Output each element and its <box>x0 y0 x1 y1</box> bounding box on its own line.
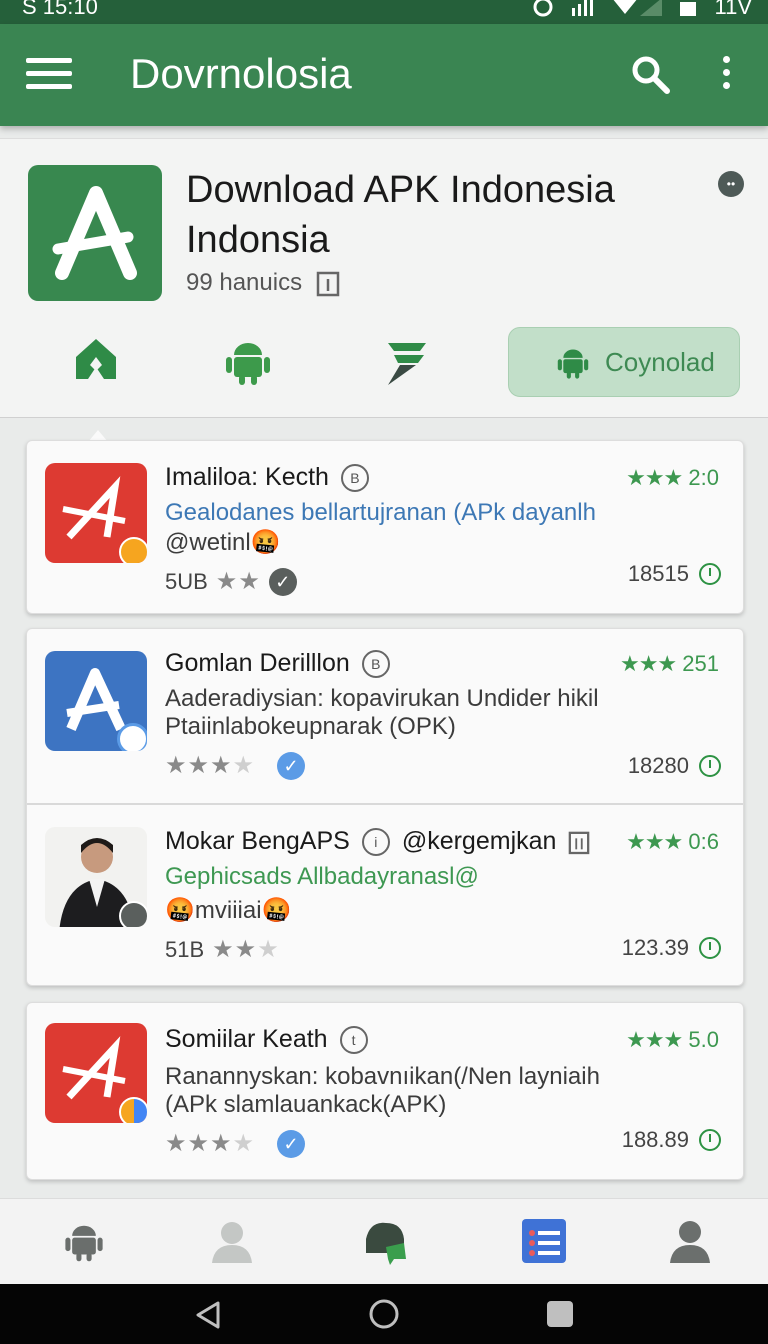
store-title: Download APK Indonesia Indonsia <box>186 169 615 261</box>
menu-icon[interactable] <box>26 58 72 90</box>
list-item[interactable]: Mokar BengAPS i @kergemjkan Gephicsads A… <box>27 805 743 985</box>
system-navigation <box>0 1284 768 1344</box>
app-desc-line2: Ptaiinlabokeupnarak (OPK) <box>165 713 456 740</box>
app-icon-red <box>45 1023 147 1123</box>
download-count: 123.39 <box>621 935 689 960</box>
app-name: Imaliloa: Kecth <box>165 463 329 491</box>
mini-badge-icon <box>119 901 147 927</box>
star-rating: ★★★ <box>212 936 280 963</box>
calendar-icon <box>569 831 590 854</box>
b-badge-icon: B <box>340 463 369 492</box>
recents-icon[interactable] <box>546 1300 574 1328</box>
app-handle: @kergemjkan <box>401 827 557 855</box>
status-time: S 15:10 <box>22 0 98 19</box>
rating-stars: ★★★ <box>626 465 683 490</box>
star-rating: ★★★★ <box>165 1130 256 1157</box>
signal-icon <box>572 0 594 16</box>
app-size: 51B <box>165 936 205 962</box>
download-button[interactable]: Coynolad <box>508 327 740 397</box>
mini-badge-icon <box>119 1097 147 1123</box>
download-count: 188.89 <box>621 1127 689 1152</box>
android-tab-icon[interactable] <box>222 335 274 387</box>
store-logo <box>28 165 162 301</box>
download-count: 18515 <box>627 561 689 586</box>
android-icon <box>557 349 589 379</box>
rating-value: 2:0 <box>688 465 719 490</box>
info-icon: i <box>361 827 390 856</box>
verified-icon: ✓ <box>277 751 306 780</box>
mini-badge-icon <box>117 723 147 751</box>
app-icon-person <box>45 827 147 927</box>
status-right-text: 11V <box>714 0 752 19</box>
verified-icon: ✓ <box>277 1129 306 1158</box>
rating-value: 5.0 <box>688 1027 719 1052</box>
star-rating: ★★ <box>215 568 261 595</box>
star-rating: ★★★★ <box>165 752 256 779</box>
rating-stars: ★★★ <box>619 651 677 676</box>
clock-icon <box>699 755 721 777</box>
battery-icon <box>680 2 697 16</box>
app-bar-title: Dovrnolosia <box>130 50 352 97</box>
app-name: Mokar BengAPS <box>165 827 350 855</box>
app-name: Somiilar Keath <box>165 1025 328 1053</box>
app-desc-line1: Gephicsads Allbadayranasl@ <box>165 863 479 890</box>
app-desc-line2: @wetinl🤬 <box>165 529 281 556</box>
app-card[interactable]: Somiilar Keath t Ranannyskan: kobavnıika… <box>26 1002 744 1180</box>
mini-badge-icon <box>119 537 147 563</box>
clock-icon <box>699 937 721 959</box>
account-nav-icon[interactable] <box>668 1217 712 1265</box>
wifi-icon <box>614 0 663 16</box>
b-badge-icon: B <box>361 649 390 678</box>
app-desc-line1: Gealodanes bellartujranan (APk dayanlh <box>165 499 596 526</box>
store-subtitle: 99 hanuics <box>186 269 340 297</box>
status-icons: 11V <box>532 0 752 20</box>
rating-stars: ★★★ <box>626 829 683 854</box>
more-options-icon[interactable] <box>716 56 736 96</box>
list-item[interactable]: Imaliloa: Kecth B Gealodanes bellartujra… <box>27 441 743 613</box>
list-item[interactable]: Somiilar Keath t Ranannyskan: kobavnıika… <box>27 1003 743 1179</box>
alarm-icon <box>533 0 553 17</box>
download-count: 18280 <box>627 753 689 778</box>
store-header: Download APK Indonesia Indonsia 99 hanui… <box>0 138 768 418</box>
bottom-navigation <box>0 1198 768 1285</box>
home-tab-icon[interactable] <box>70 335 122 387</box>
status-bar: S 15:10 11V <box>0 0 768 24</box>
app-desc-line2: 🤬mviiiai🤬 <box>165 897 292 924</box>
app-desc-line2: (APk slamlauankack(APK) <box>165 1091 447 1118</box>
android-nav-icon[interactable] <box>62 1217 106 1265</box>
app-card[interactable]: Gomlan Derilllon B Aaderadiysian: kopavi… <box>26 628 744 986</box>
calendar-icon <box>316 271 340 297</box>
rating-value: 251 <box>682 651 719 676</box>
clock-icon <box>699 563 721 585</box>
apps-nav-icon[interactable] <box>360 1217 410 1265</box>
back-icon[interactable] <box>194 1300 222 1330</box>
home-icon[interactable] <box>368 1298 400 1330</box>
search-icon[interactable] <box>630 54 670 94</box>
app-name: Gomlan Derilllon <box>165 649 350 677</box>
store-badge-icon[interactable]: •• <box>718 171 744 197</box>
app-icon-blue <box>45 651 147 751</box>
app-icon-red <box>45 463 147 563</box>
app-card[interactable]: Imaliloa: Kecth B Gealodanes bellartujra… <box>26 440 744 614</box>
profile-nav-icon[interactable] <box>210 1217 254 1265</box>
t-badge-icon: t <box>339 1025 368 1054</box>
rating-value: 0:6 <box>688 829 719 854</box>
clock-icon <box>699 1129 721 1151</box>
list-item[interactable]: Gomlan Derilllon B Aaderadiysian: kopavi… <box>27 629 743 803</box>
app-desc-line1: Aaderadiysian: kopavirukan Undider hikil <box>165 685 599 712</box>
download-button-label: Coynolad <box>605 346 715 377</box>
list-nav-icon[interactable] <box>522 1217 566 1265</box>
app-size: 5UB <box>165 568 208 594</box>
rating-stars: ★★★ <box>626 1027 683 1052</box>
app-bar: Dovrnolosia <box>0 24 768 126</box>
a-logo-icon <box>52 186 137 280</box>
app-desc-line1: Ranannyskan: kobavnıikan(/Nen layniaih <box>165 1063 600 1090</box>
verified-icon: ✓ <box>268 567 297 596</box>
flash-tab-icon[interactable] <box>380 335 432 387</box>
